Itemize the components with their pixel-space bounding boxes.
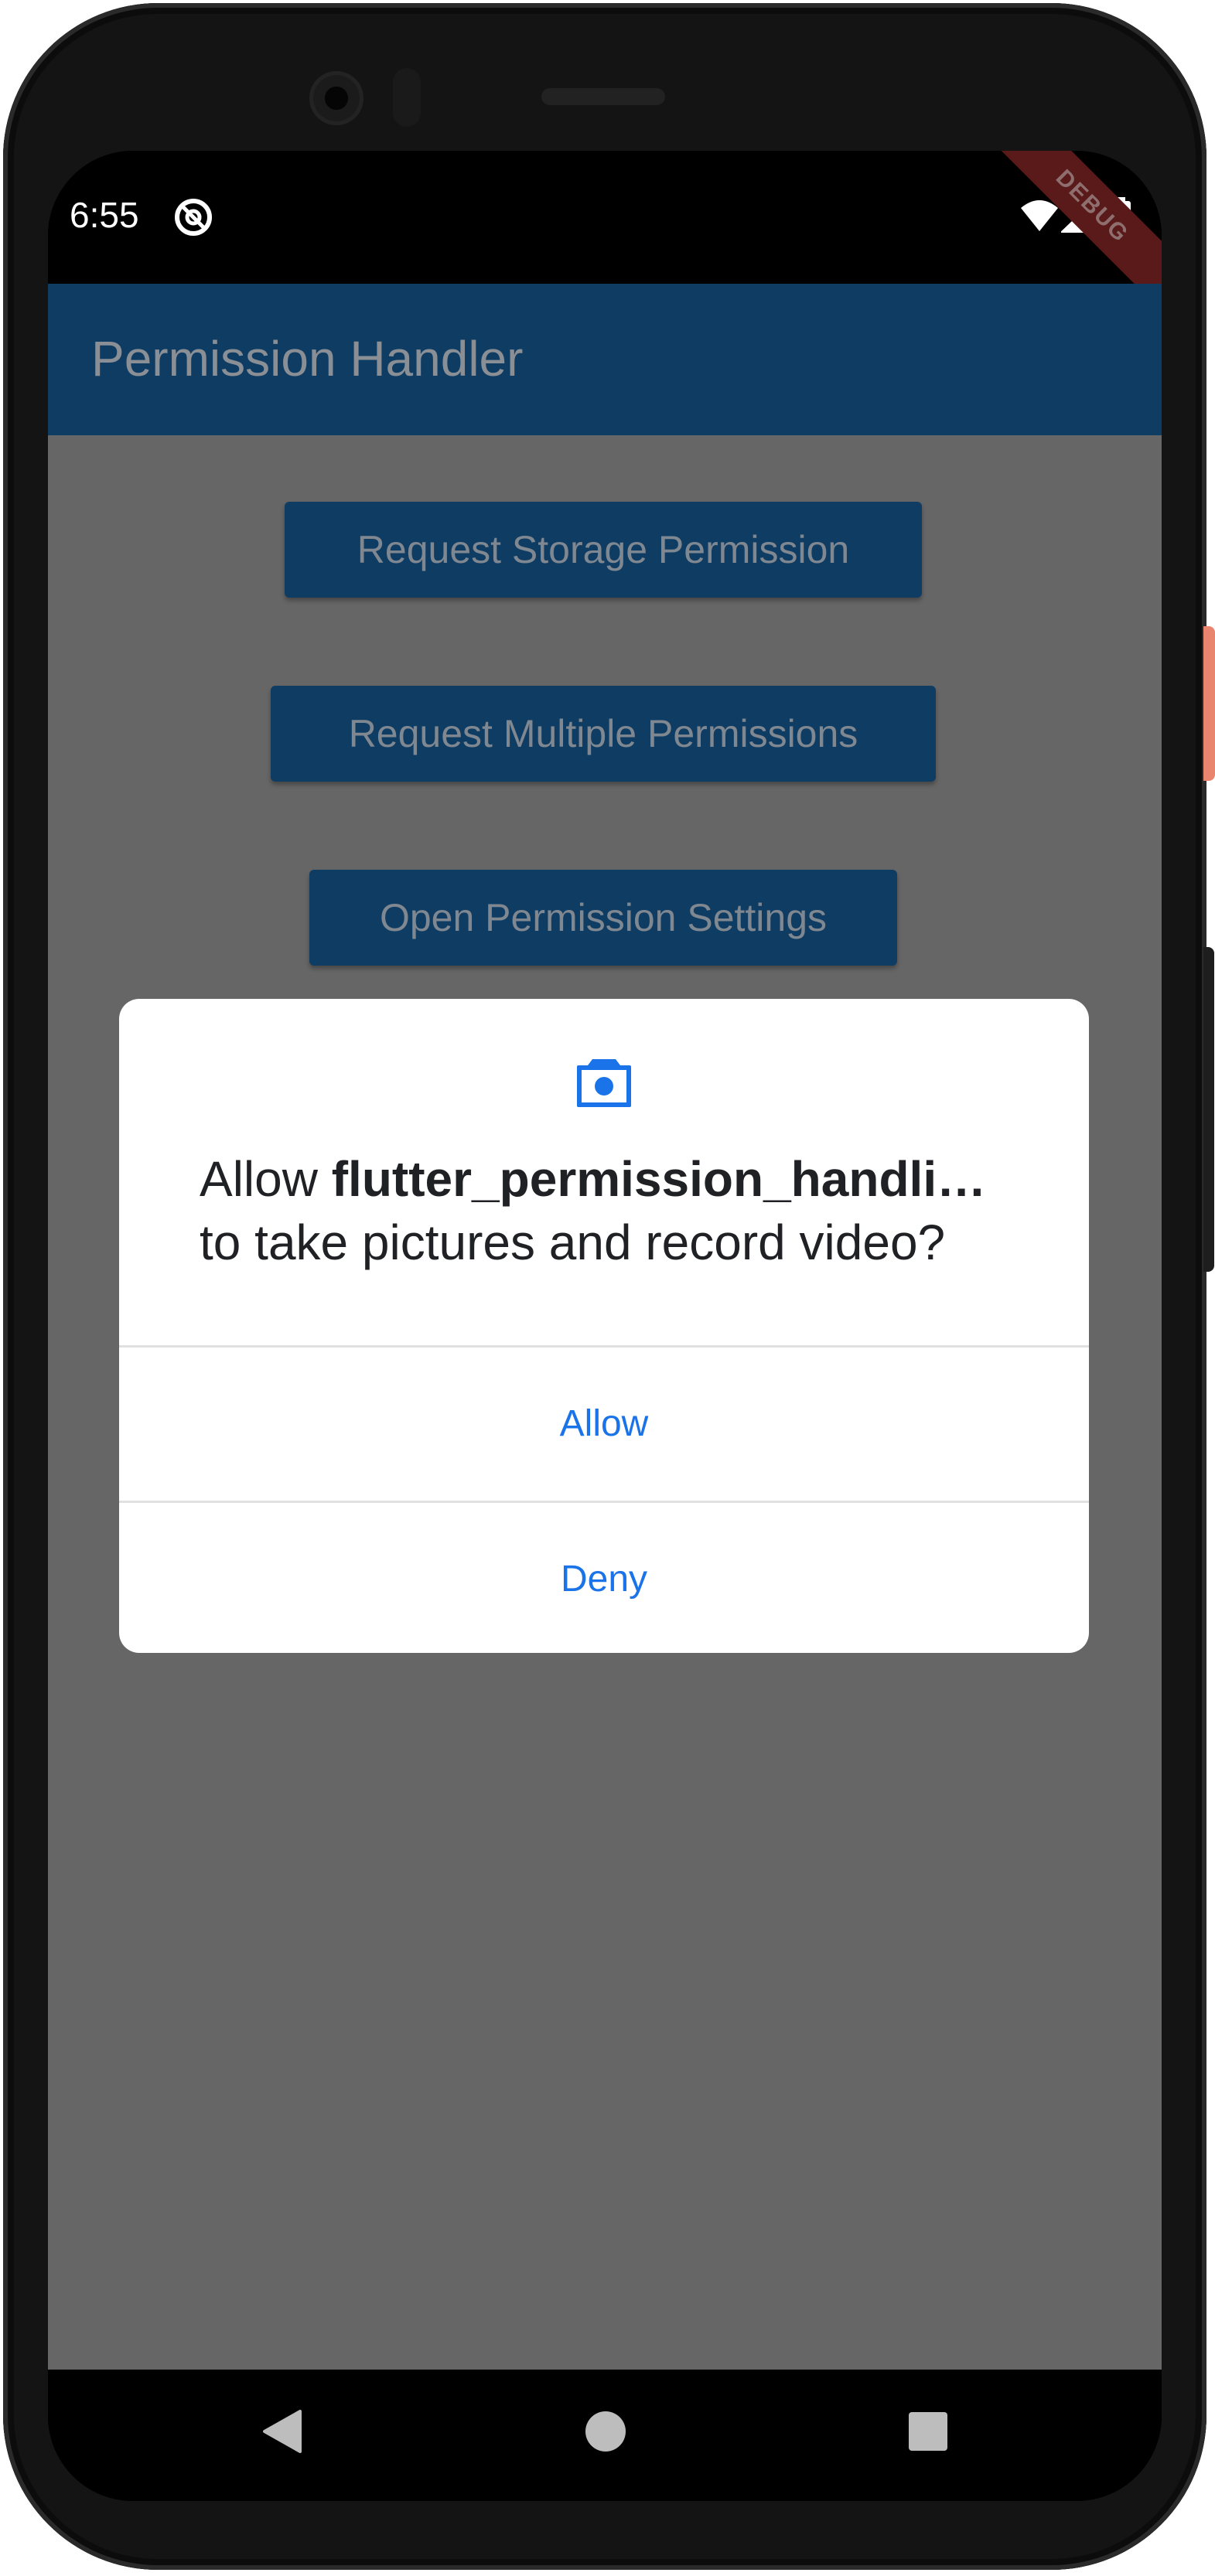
volume-button <box>1203 947 1214 1272</box>
home-icon[interactable] <box>583 2408 628 2458</box>
status-time: 6:55 <box>70 195 139 235</box>
dialog-message-prefix: Allow <box>200 1151 332 1207</box>
dialog-message-suffix: to take pictures and record video? <box>200 1215 946 1270</box>
deny-button[interactable]: Deny <box>119 1503 1089 1653</box>
app-title: Permission Handler <box>91 331 524 387</box>
status-bar: 6:55 DEBUG <box>48 151 1162 306</box>
earpiece-speaker <box>541 88 665 105</box>
device-screen: 6:55 DEBUG Permission Handler Request St… <box>48 151 1162 2501</box>
recents-icon[interactable] <box>906 2408 950 2458</box>
front-camera <box>309 71 363 125</box>
back-icon[interactable] <box>260 2408 303 2458</box>
at-sign-icon <box>173 197 213 241</box>
dialog-app-name: flutter_permission_handli… <box>331 1151 987 1207</box>
app-bar: Permission Handler <box>48 284 1162 435</box>
camera-icon <box>575 1055 633 1109</box>
open-permission-settings-button[interactable]: Open Permission Settings <box>309 870 897 966</box>
power-button <box>1203 626 1215 781</box>
request-storage-permission-button[interactable]: Request Storage Permission <box>285 502 922 598</box>
dialog-message: Allow flutter_permission_handli… to take… <box>200 1147 1019 1274</box>
permission-dialog: Allow flutter_permission_handli… to take… <box>119 999 1089 1653</box>
proximity-sensor <box>393 68 421 127</box>
allow-button[interactable]: Allow <box>119 1348 1089 1501</box>
request-multiple-permissions-button[interactable]: Request Multiple Permissions <box>271 686 936 782</box>
navigation-bar <box>48 2370 1162 2501</box>
